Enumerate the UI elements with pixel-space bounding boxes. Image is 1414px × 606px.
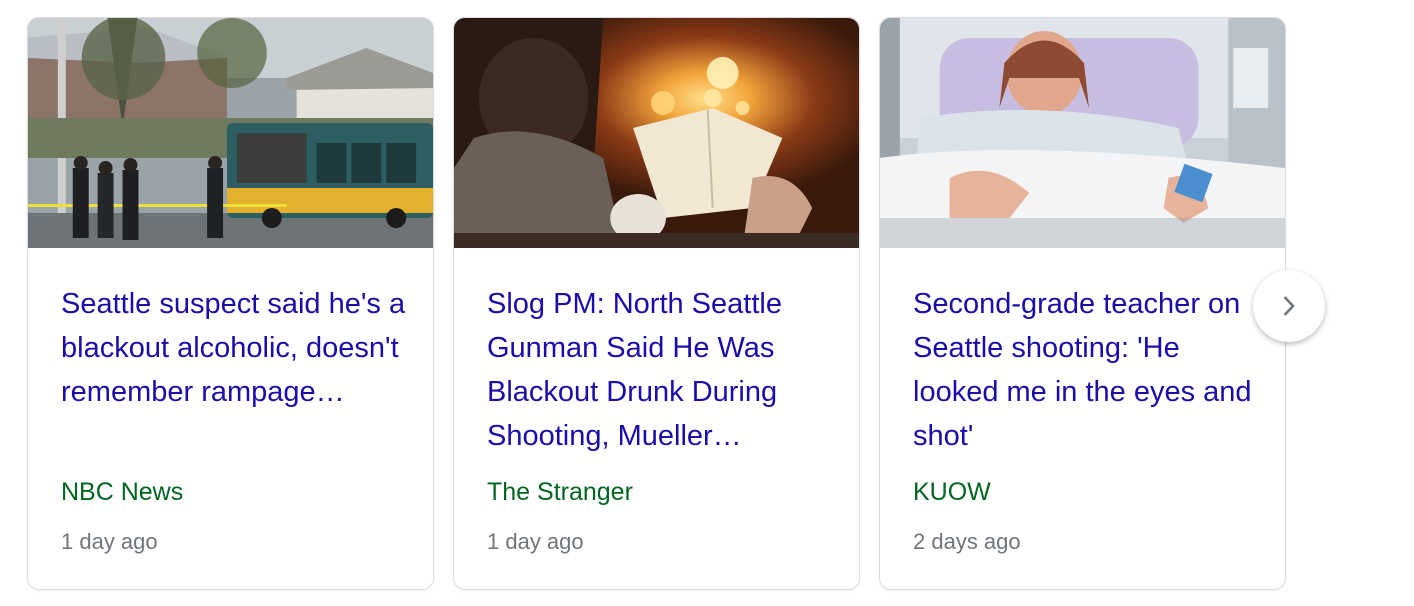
news-thumbnail[interactable] [454, 18, 859, 248]
news-thumbnail[interactable] [28, 18, 433, 248]
bus-police-scene-image [28, 18, 433, 248]
news-timestamp: 1 day ago [487, 529, 584, 554]
news-card-1[interactable]: Seattle suspect said he's a blackout alc… [27, 17, 434, 590]
news-source: The Stranger [487, 478, 633, 506]
carousel-next-button[interactable] [1253, 270, 1325, 342]
news-card-2[interactable]: Slog PM: North Seattle Gunman Said He Wa… [453, 17, 860, 590]
news-headline[interactable]: Second-grade teacher on Seattle shooting… [913, 282, 1263, 458]
news-timestamp: 1 day ago [61, 529, 158, 554]
news-card-3[interactable]: Second-grade teacher on Seattle shooting… [879, 17, 1286, 590]
news-thumbnail[interactable] [880, 18, 1285, 248]
hospital-bed-image [880, 18, 1285, 248]
news-headline[interactable]: Seattle suspect said he's a blackout alc… [61, 282, 406, 414]
chevron-right-icon [1284, 296, 1295, 316]
top-stories-carousel: Seattle suspect said he's a blackout alc… [0, 0, 1414, 606]
news-headline[interactable]: Slog PM: North Seattle Gunman Said He Wa… [487, 282, 832, 458]
news-timestamp: 2 days ago [913, 529, 1021, 554]
news-source: KUOW [913, 478, 991, 506]
news-source: NBC News [61, 478, 184, 506]
reading-by-fire-image [454, 18, 859, 248]
